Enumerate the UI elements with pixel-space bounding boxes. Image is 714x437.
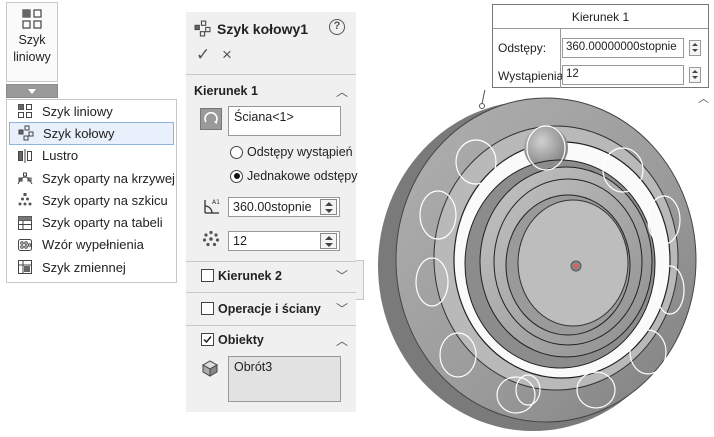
instances-spinner[interactable] — [689, 67, 701, 83]
menu-item-label: Wzór wypełnienia — [42, 237, 144, 253]
menu-item-label: Szyk liniowy — [42, 103, 113, 119]
collapse-chevron-icon[interactable]: ︿ — [336, 83, 348, 100]
section-title-features-faces[interactable]: Operacje i ściany — [218, 302, 321, 316]
instances-input[interactable]: 12 — [562, 65, 684, 85]
feature-name: Szyk kołowy1 — [217, 20, 309, 37]
origin-icon — [570, 260, 582, 272]
mirror-icon — [18, 148, 32, 163]
instances-label: Wystąpienia: — [498, 69, 567, 83]
expand-chevron-icon[interactable]: ﹀ — [336, 267, 348, 284]
instance-spacing-radio[interactable]: Odstępy wystąpień — [230, 145, 353, 159]
angle-icon: A1 — [204, 199, 220, 214]
spacing-label: Odstępy: — [498, 41, 547, 55]
menu-item-linear-pattern[interactable]: Szyk liniowy — [7, 100, 176, 122]
collapse-chevron-icon[interactable]: ︿ — [336, 332, 348, 349]
pattern-dropdown-button[interactable] — [6, 84, 58, 98]
callout-title: Kierunek 1 — [493, 5, 708, 29]
section-title-direction2[interactable]: Kierunek 2 — [218, 269, 282, 283]
linear-pattern-button[interactable]: Szyk liniowy — [6, 2, 58, 82]
menu-item-circular-pattern[interactable]: Szyk kołowy — [9, 122, 174, 145]
menu-item-curve-pattern[interactable]: Szyk oparty na krzywej — [7, 167, 176, 189]
sketch-pattern-icon — [18, 193, 32, 206]
help-icon[interactable]: ? — [329, 19, 345, 35]
radio-button[interactable] — [230, 145, 243, 159]
pattern-menu: Szyk liniowy Szyk kołowy Lustro Szyk opa… — [6, 99, 177, 283]
circular-pattern-icon — [194, 20, 211, 37]
angle-value: 360.00stopnie — [233, 200, 312, 214]
curve-pattern-icon — [17, 172, 33, 185]
axis-selection-field[interactable]: Ściana<1> — [228, 106, 341, 136]
panel-resize-handle[interactable] — [356, 260, 364, 300]
menu-item-mirror[interactable]: Lustro — [7, 145, 176, 167]
variable-pattern-icon — [18, 260, 32, 275]
divider — [186, 325, 356, 326]
linear-pattern-icon — [22, 9, 42, 29]
section-title-bodies[interactable]: Obiekty — [218, 333, 264, 347]
menu-item-sketch-pattern[interactable]: Szyk oparty na szkicu — [7, 189, 176, 211]
cancel-button[interactable]: × — [222, 45, 232, 65]
menu-item-label: Lustro — [42, 148, 79, 164]
reverse-direction-button[interactable] — [200, 108, 222, 130]
property-manager: Szyk kołowy1 ? ✓ × Kierunek 1 ︿ Ściana<1… — [186, 12, 358, 412]
reverse-direction-icon — [204, 111, 218, 124]
angle-input[interactable]: 360.00stopnie — [228, 197, 340, 217]
body-icon — [201, 360, 219, 377]
divider — [186, 74, 356, 75]
divider — [186, 292, 356, 293]
page-title: Szyk kołowy1 — [194, 20, 308, 37]
menu-item-table-pattern[interactable]: Szyk oparty na tabeli — [7, 211, 176, 233]
linear-pattern-icon — [18, 104, 32, 119]
divider — [186, 261, 356, 262]
radio-label: Odstępy wystąpień — [247, 145, 353, 159]
instances-input[interactable]: 12 — [228, 231, 340, 251]
menu-item-variable-pattern[interactable]: Szyk zmiennej — [7, 256, 176, 278]
ok-button[interactable]: ✓ — [196, 45, 210, 65]
bodies-checkbox[interactable] — [201, 333, 214, 346]
menu-item-label: Szyk oparty na tabeli — [42, 215, 163, 231]
callout-leader — [481, 90, 486, 105]
menu-item-label: Szyk oparty na szkicu — [42, 192, 168, 208]
radio-label: Jednakowe odstępy — [247, 169, 358, 183]
menu-item-label: Szyk zmiennej — [42, 259, 126, 275]
bodies-selection-field[interactable]: Obrót3 — [228, 356, 341, 402]
circular-pattern-icon — [18, 125, 34, 141]
instances-value: 12 — [233, 234, 247, 248]
table-pattern-icon — [18, 215, 32, 230]
direction2-checkbox[interactable] — [201, 269, 214, 282]
instances-spinner[interactable] — [320, 233, 337, 249]
features-faces-checkbox[interactable] — [201, 302, 214, 315]
linear-pattern-label: Szyk liniowy — [13, 33, 51, 64]
angle-spinner[interactable] — [320, 199, 337, 215]
expand-chevron-icon[interactable]: ﹀ — [336, 300, 348, 317]
checkmark-icon — [203, 336, 212, 344]
svg-text:A1: A1 — [212, 199, 220, 206]
callout-anchor — [479, 103, 485, 109]
section-title-direction1[interactable]: Kierunek 1 — [194, 84, 258, 98]
spacing-spinner[interactable] — [689, 40, 701, 56]
menu-item-label: Szyk oparty na krzywej — [42, 170, 175, 186]
spacing-input[interactable]: 360.00000000stopnie — [562, 38, 684, 58]
triangle-down-icon — [28, 89, 36, 94]
menu-item-label: Szyk kołowy — [43, 125, 115, 141]
instances-icon — [202, 230, 220, 247]
radio-button[interactable] — [230, 169, 243, 183]
direction-callout: Kierunek 1 Odstępy: 360.00000000stopnie … — [492, 4, 709, 88]
menu-item-fill-pattern[interactable]: Wzór wypełnienia — [7, 234, 176, 256]
model-viewport[interactable] — [368, 90, 714, 437]
fill-pattern-icon — [18, 238, 32, 251]
equal-spacing-radio[interactable]: Jednakowe odstępy — [230, 169, 358, 183]
